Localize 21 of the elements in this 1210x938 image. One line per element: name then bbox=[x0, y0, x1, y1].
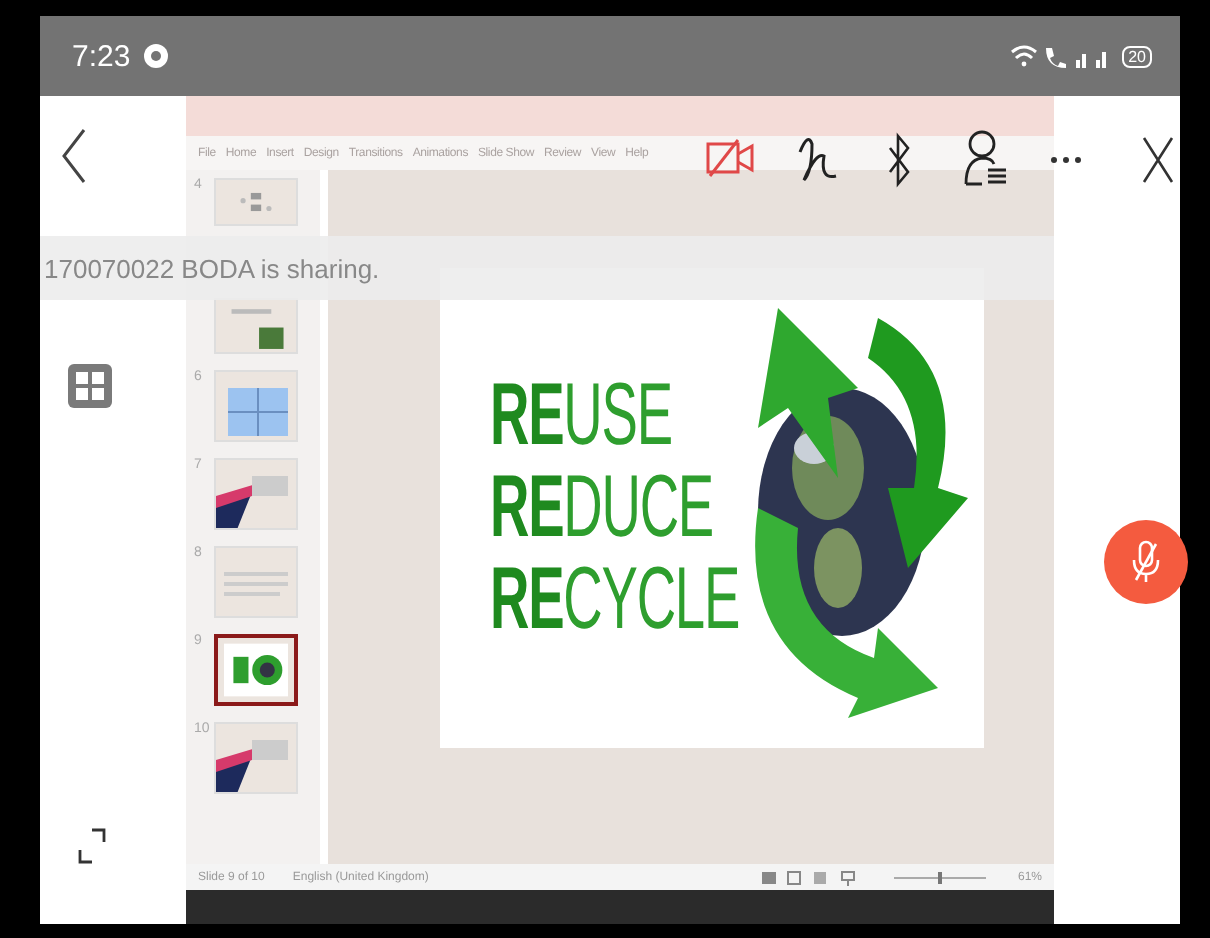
clock: 7:23 bbox=[72, 39, 131, 73]
signal-icons bbox=[1010, 42, 1111, 70]
slider-thumb[interactable] bbox=[937, 871, 942, 883]
back-icon[interactable] bbox=[60, 128, 88, 184]
slide-text: RECYCLE bbox=[489, 553, 739, 645]
slide-text: REDUCE bbox=[489, 461, 712, 553]
slide-thumbnail[interactable] bbox=[214, 634, 298, 706]
microphone-button[interactable] bbox=[1104, 520, 1188, 604]
app-status-icon bbox=[142, 42, 171, 70]
zoom-slider[interactable] bbox=[889, 869, 990, 885]
participants-icon[interactable] bbox=[964, 128, 1008, 188]
expand-icon[interactable] bbox=[78, 828, 106, 864]
camera-icon[interactable] bbox=[706, 136, 754, 180]
slide-text: REUSE bbox=[489, 369, 671, 461]
more-icon[interactable] bbox=[1050, 156, 1082, 164]
battery-icon: 20 bbox=[1122, 45, 1152, 67]
bluetooth-icon[interactable] bbox=[888, 132, 912, 188]
sharing-message: 170070022 BODA is sharing. bbox=[42, 253, 380, 283]
microphone-muted-icon bbox=[1132, 540, 1160, 584]
grid-icon[interactable] bbox=[68, 364, 112, 408]
close-icon[interactable] bbox=[1142, 136, 1174, 184]
